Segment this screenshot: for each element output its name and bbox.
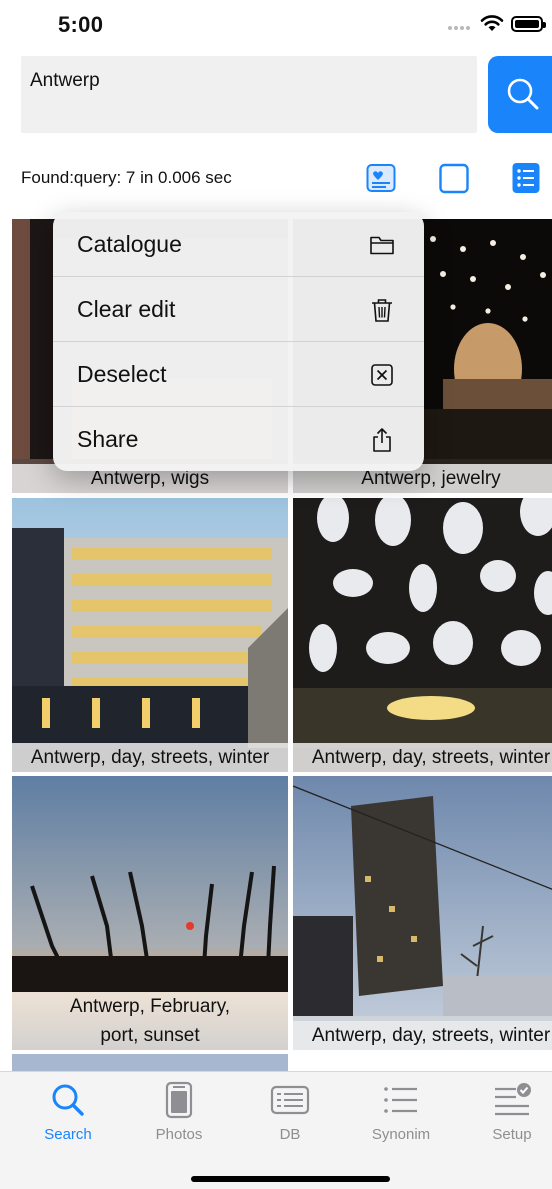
battery-icon <box>511 16 546 32</box>
tab-bar: Search Photos DB Synonim Setup <box>0 1071 552 1189</box>
tab-label: Setup <box>492 1126 532 1143</box>
tab-label: DB <box>279 1126 301 1143</box>
photo-caption: Antwerp, day, streets, winter <box>12 743 288 772</box>
home-indicator[interactable] <box>191 1176 390 1182</box>
menu-item-label: Catalogue <box>77 231 182 257</box>
photo-thumbnail <box>12 498 288 772</box>
trash-icon <box>372 299 392 322</box>
folder-icon <box>370 236 394 255</box>
menu-item-label: Clear edit <box>77 296 176 322</box>
photo-caption: Antwerp, February, port, sunset <box>12 992 288 1050</box>
results-summary: Found:query: 7 in 0.006 sec <box>21 168 232 187</box>
photo-cell[interactable]: Antwerp, February, port, sunset <box>12 776 288 1050</box>
wifi-icon <box>480 15 504 31</box>
photo-thumbnail <box>293 776 552 1050</box>
tab-search[interactable]: Search <box>18 1080 118 1143</box>
xmark-square-icon <box>371 364 393 386</box>
photo-cell[interactable]: Antwerp, day, streets, winter <box>12 498 288 772</box>
picture-card-icon[interactable] <box>365 162 397 194</box>
menu-item-share[interactable]: Share <box>53 407 424 471</box>
search-input[interactable] <box>21 56 477 106</box>
menu-item-deselect[interactable]: Deselect <box>53 342 424 407</box>
tab-label: Search <box>44 1126 92 1143</box>
photo-cell[interactable]: Antwerp, day, streets, winter <box>293 498 552 772</box>
tab-photos[interactable]: Photos <box>129 1080 229 1143</box>
search-icon <box>52 1084 84 1116</box>
list-icon <box>384 1087 417 1113</box>
square-icon[interactable] <box>438 162 470 194</box>
context-menu: Catalogue Clear edit Deselect Share <box>53 212 424 471</box>
tab-label: Photos <box>155 1126 203 1143</box>
photos-icon <box>165 1081 193 1119</box>
search-icon <box>507 78 539 110</box>
photo-caption: Antwerp, day, streets, winter <box>293 743 552 772</box>
photo-caption-line: port, sunset <box>100 1025 200 1046</box>
photo-thumbnail <box>293 498 552 772</box>
photo-cell[interactable]: Antwerp, day, streets, winter <box>293 776 552 1050</box>
tab-db[interactable]: DB <box>240 1080 340 1143</box>
tab-synonim[interactable]: Synonim <box>351 1080 451 1143</box>
menu-item-catalogue[interactable]: Catalogue <box>53 212 424 277</box>
search-button[interactable] <box>488 56 552 133</box>
photo-caption-line: Antwerp, February, <box>69 996 231 1017</box>
setup-icon <box>495 1083 531 1116</box>
signal-icon <box>448 20 476 30</box>
status-bar: 5:00 <box>0 0 552 48</box>
share-icon <box>373 428 391 452</box>
tab-label: Synonim <box>371 1126 431 1143</box>
status-time: 5:00 <box>58 12 104 37</box>
menu-item-label: Share <box>77 426 139 452</box>
db-icon <box>270 1085 310 1115</box>
menu-item-label: Deselect <box>77 361 167 387</box>
list-view-icon[interactable] <box>510 162 542 194</box>
menu-item-clear-edit[interactable]: Clear edit <box>53 277 424 342</box>
photo-caption: Antwerp, day, streets, winter <box>293 1021 552 1050</box>
tab-setup[interactable]: Setup <box>462 1080 552 1143</box>
search-field[interactable] <box>21 56 477 133</box>
